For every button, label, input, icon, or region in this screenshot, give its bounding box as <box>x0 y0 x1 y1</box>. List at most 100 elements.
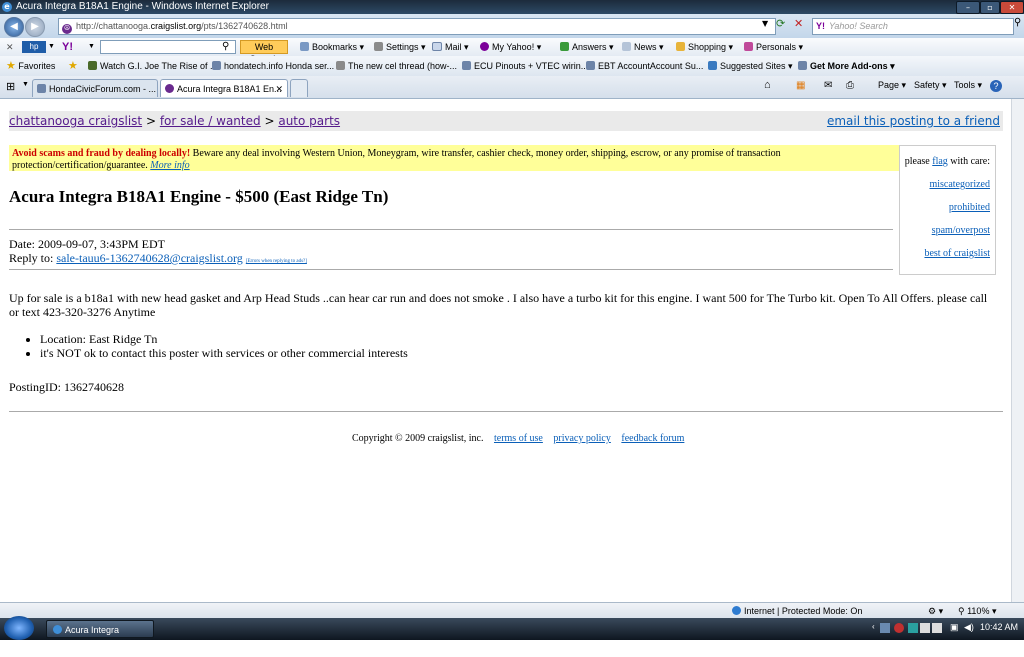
shopping-menu[interactable]: Shopping ▾ <box>676 38 733 56</box>
safety-menu[interactable]: Safety ▾ <box>914 80 947 91</box>
bookmarks-menu[interactable]: Bookmarks ▾ <box>300 38 364 56</box>
home-icon[interactable]: ⌂ <box>764 79 771 91</box>
reply-to-line: Reply to: sale-tauu6-1362740628@craigsli… <box>9 251 307 265</box>
address-input[interactable]: ☮ http://chattanooga.craigslist.org/pts/1… <box>58 18 776 35</box>
close-window-button[interactable]: ✕ <box>1000 1 1024 14</box>
yahoo-logo-icon[interactable]: Y! <box>62 38 73 56</box>
tray-security-icon[interactable] <box>894 623 904 633</box>
footer: Copyright © 2009 craigslist, inc. terms … <box>352 433 684 444</box>
tray-app-icon[interactable] <box>908 623 918 633</box>
page-icon <box>212 61 221 70</box>
flag-spam-link[interactable]: spam/overpost <box>932 225 990 236</box>
tabs-row: ⊞ ▼ HondaCivicForum.com - ... Acura Inte… <box>0 76 1024 99</box>
reply-errors-link[interactable]: [Errors when replying to ads?] <box>246 259 307 264</box>
feedback-link[interactable]: feedback forum <box>621 433 684 444</box>
page-icon <box>88 61 97 70</box>
tab-list-icon[interactable]: ▼ <box>22 81 29 88</box>
tray-network-icon[interactable] <box>880 623 890 633</box>
favorites-button[interactable]: ★ Favorites <box>6 56 55 76</box>
start-button[interactable] <box>4 616 34 640</box>
feeds-icon[interactable]: ▦ <box>796 80 805 91</box>
search-magnifier-icon[interactable]: ⚲ <box>1014 17 1021 28</box>
yahoo-search-input[interactable]: Y! Yahoo! Search <box>812 18 1014 35</box>
best-of-craigslist-link[interactable]: best of craigslist <box>924 248 990 259</box>
favorite-item-cel-thread[interactable]: The new cel thread (how-... <box>336 56 457 76</box>
help-icon[interactable]: ? <box>990 80 1002 92</box>
favorite-item-hondatech[interactable]: hondatech.info Honda ser... <box>212 56 334 76</box>
close-toolbar-icon[interactable]: ✕ <box>6 38 14 56</box>
back-arrow-icon[interactable]: ◀ <box>4 17 24 37</box>
my-yahoo-menu[interactable]: My Yahoo! ▾ <box>480 38 541 56</box>
settings-icon <box>374 42 383 51</box>
read-mail-icon[interactable]: ✉ <box>824 80 832 91</box>
status-bar: Internet | Protected Mode: On ⚙ ▾ ⚲ 110%… <box>0 602 1024 619</box>
forward-arrow-icon[interactable]: ▶ <box>25 17 45 37</box>
flag-miscategorized-link[interactable]: miscategorized <box>929 179 990 190</box>
breadcrumb-category-link[interactable]: auto parts <box>278 114 340 128</box>
email-posting-link[interactable]: email this posting to a friend <box>827 111 1000 131</box>
posting-body: Up for sale is a b18a1 with new head gas… <box>9 291 988 319</box>
get-more-addons-menu[interactable]: Get More Add-ons ▾ <box>798 56 895 76</box>
web-search-button[interactable]: Web Search <box>240 40 288 64</box>
title-bar: e Acura Integra B18A1 Engine - Windows I… <box>0 0 1024 14</box>
refresh-icon[interactable]: ⟳ <box>776 17 785 30</box>
favorite-item-ecu-pinouts[interactable]: ECU Pinouts + VTEC wirin... <box>462 56 588 76</box>
tools-menu[interactable]: Tools ▾ <box>954 80 982 91</box>
stop-icon[interactable]: ✕ <box>794 17 803 30</box>
breadcrumb-city-link[interactable]: chattanooga craigslist <box>9 114 142 128</box>
page-content: chattanooga craigslist > for sale / want… <box>0 99 1024 602</box>
breadcrumb-section-link[interactable]: for sale / wanted <box>160 114 261 128</box>
suggested-sites-menu[interactable]: Suggested Sites ▾ <box>708 56 793 76</box>
quick-tabs-icon[interactable]: ⊞ <box>6 80 15 93</box>
settings-menu[interactable]: Settings ▾ <box>374 38 426 56</box>
tray-app-icon[interactable] <box>932 623 942 633</box>
privacy-link[interactable]: privacy policy <box>553 433 610 444</box>
taskbar-item-ie[interactable]: Acura Integra B18A1... <box>46 620 154 653</box>
answers-menu[interactable]: Answers ▾ <box>560 38 614 56</box>
clock[interactable]: 10:42 AM <box>980 622 1018 632</box>
yahoo-dropdown-icon[interactable]: ▼ <box>88 38 95 56</box>
tab-acura-integra[interactable]: Acura Integra B18A1 En... ✕ <box>160 79 288 97</box>
print-icon[interactable]: ⎙ <box>846 80 854 91</box>
suggested-sites-icon <box>708 61 717 70</box>
flag-prohibited-link[interactable]: prohibited <box>949 202 990 213</box>
posting-date: Date: 2009-09-07, 3:43PM EDT <box>9 237 165 251</box>
terms-link[interactable]: terms of use <box>494 433 543 444</box>
page-icon <box>37 84 46 93</box>
close-tab-icon[interactable]: ✕ <box>275 80 283 97</box>
tab-hondacivicforum[interactable]: HondaCivicForum.com - ... <box>32 79 158 97</box>
tray-expand-icon[interactable]: ‹ <box>872 622 875 631</box>
hp-dropdown-icon[interactable]: ▼ <box>48 38 55 56</box>
tray-monitor-icon[interactable]: ▣ <box>950 622 959 633</box>
protected-mode-icon[interactable]: ⚙ ▾ <box>928 603 943 619</box>
favorite-item-gi-joe[interactable]: Watch G.I. Joe The Rise of ... <box>88 56 218 76</box>
tray-volume-icon[interactable]: ◀) <box>964 622 974 633</box>
favorite-item-ebt-account[interactable]: EBT AccountAccount Su... <box>586 56 703 76</box>
new-tab-button[interactable] <box>290 79 308 97</box>
address-dropdown-icon[interactable]: ▼ <box>762 19 768 28</box>
hp-logo-icon[interactable]: hp <box>22 41 46 53</box>
vertical-scrollbar[interactable] <box>1011 99 1024 602</box>
globe-icon <box>732 606 741 615</box>
news-menu[interactable]: News ▾ <box>622 38 664 56</box>
personals-menu[interactable]: Personals ▾ <box>744 38 803 56</box>
yahoo-toolbar: ✕ hp ▼ Y! ▼ ⚲ Web Search Bookmarks ▾ Set… <box>0 38 1024 64</box>
minimize-button[interactable]: – <box>956 1 980 14</box>
zoom-control[interactable]: ⚲ 110% ▾ <box>958 603 996 619</box>
scam-warning-banner: Avoid scams and fraud by dealing locally… <box>9 145 899 171</box>
page-menu[interactable]: Page ▾ <box>878 80 906 91</box>
more-info-link[interactable]: More info <box>150 160 189 171</box>
security-zone[interactable]: Internet | Protected Mode: On <box>732 603 862 619</box>
tray-app-icon[interactable] <box>920 623 930 633</box>
ie-logo-icon: e <box>2 2 12 12</box>
reply-email-link[interactable]: sale-tauu6-1362740628@craigslist.org <box>56 251 242 265</box>
add-favorite-icon[interactable]: ★ <box>68 56 78 76</box>
favorites-star-icon: ★ <box>6 60 16 72</box>
mail-menu[interactable]: Mail ▾ <box>432 38 469 56</box>
window-title: Acura Integra B18A1 Engine - Windows Int… <box>16 1 269 12</box>
flag-link[interactable]: flag <box>932 156 948 167</box>
maximize-button[interactable]: ▫ <box>980 1 1000 14</box>
toolbar-search-input[interactable] <box>100 40 236 54</box>
contact-policy-item: it's NOT ok to contact this poster with … <box>40 346 408 360</box>
personals-icon <box>744 42 753 51</box>
